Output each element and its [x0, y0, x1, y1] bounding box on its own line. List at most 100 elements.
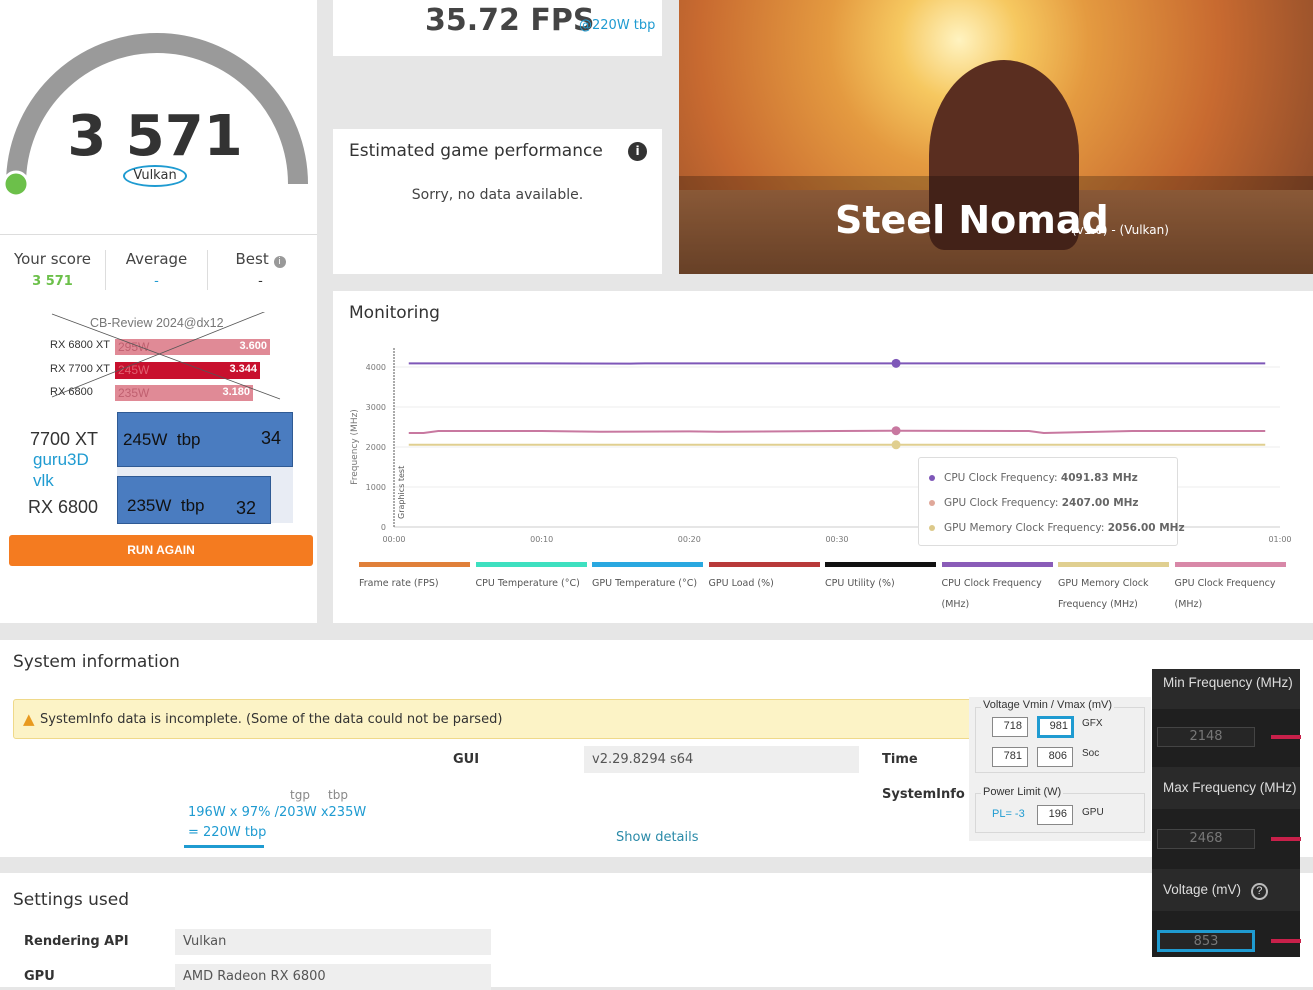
average-value: -: [106, 274, 207, 289]
guru-name-b: RX 6800: [28, 497, 98, 518]
legend-label: CPU Temperature (°C): [476, 573, 587, 594]
settings-title: Settings used: [13, 890, 129, 910]
gfx-label: GFX: [1082, 718, 1103, 729]
power-note: 196W x 97% /203W x235W: [188, 805, 366, 820]
legend-item[interactable]: GPU Clock Frequency (MHz): [1175, 562, 1286, 615]
power-result: = 220W tbp: [188, 825, 266, 840]
gpu-value: AMD Radeon RX 6800: [175, 964, 491, 990]
soc-vmax-input[interactable]: 806: [1037, 747, 1073, 767]
tuning-panel: Voltage Vmin / Vmax (mV) 718 981 GFX 781…: [969, 697, 1151, 841]
show-details-link[interactable]: Show details: [616, 830, 699, 845]
legend-item[interactable]: CPU Temperature (°C): [476, 562, 587, 594]
x-tick-label: 01:00: [1268, 535, 1291, 544]
legend-label: CPU Utility (%): [825, 573, 936, 594]
power-limit-label: Power Limit (W): [981, 786, 1063, 798]
legend-item[interactable]: Frame rate (FPS): [359, 562, 470, 594]
voltage-group-label: Voltage Vmin / Vmax (mV): [981, 699, 1114, 711]
gfx-vmax-input[interactable]: 981: [1037, 716, 1074, 738]
fps-value: 35.72 FPS: [425, 3, 594, 38]
adrenalin-tuning-panel: [1152, 669, 1300, 957]
min-frequency-input[interactable]: 2148: [1157, 727, 1255, 747]
legend-label: CPU Clock Frequency (MHz): [942, 573, 1053, 615]
x-tick-label: 00:10: [530, 535, 553, 544]
x-tick-label: 00:20: [678, 535, 701, 544]
legend-item[interactable]: GPU Memory Clock Frequency (MHz): [1058, 562, 1169, 615]
gui-value: v2.29.8294 s64: [584, 746, 859, 773]
warning-icon: ▲: [23, 710, 35, 728]
legend-item[interactable]: CPU Utility (%): [825, 562, 936, 594]
tooltip-value: 2407.00 MHz: [1062, 497, 1139, 509]
tooltip-value: 2056.00 MHz: [1108, 522, 1185, 534]
help-icon[interactable]: ?: [1251, 883, 1268, 900]
average-label: Average: [106, 250, 207, 268]
legend-label: GPU Memory Clock Frequency (MHz): [1058, 573, 1169, 615]
api-badge: Vulkan: [123, 165, 187, 187]
tooltip-row: GPU Memory Clock Frequency: 2056.00 MHz: [929, 522, 1185, 534]
voltage-label: Voltage (mV): [1163, 882, 1241, 897]
max-frequency-label: Max Frequency (MHz): [1152, 767, 1300, 809]
x-tick-label: 00:30: [825, 535, 848, 544]
tgp-label: tgp: [290, 788, 310, 802]
legend-item[interactable]: CPU Clock Frequency (MHz): [942, 562, 1053, 615]
voltage-header: Voltage (mV) ?: [1152, 869, 1300, 911]
tooltip-label: GPU Clock Frequency:: [944, 497, 1062, 509]
fps-note: @220W tbp: [579, 18, 655, 33]
max-frequency-input[interactable]: 2468: [1157, 829, 1255, 849]
y-tick-label: 1000: [366, 483, 386, 492]
soc-vmin-input[interactable]: 781: [992, 747, 1028, 767]
score-value: 3 571: [60, 104, 250, 169]
benchmark-subtitle: (v1.0) - (Vulkan): [1072, 223, 1169, 237]
voltage-input[interactable]: 853: [1157, 930, 1255, 952]
min-frequency-slider[interactable]: [1271, 735, 1301, 739]
systeminfo-label: SystemInfo: [882, 787, 965, 802]
hover-point: [892, 440, 901, 449]
estimated-performance-card: Estimated game performance i Sorry, no d…: [333, 129, 662, 274]
gauge-indicator: [4, 172, 28, 196]
tooltip-label: GPU Memory Clock Frequency:: [944, 522, 1108, 534]
max-frequency-slider[interactable]: [1271, 837, 1301, 841]
run-again-button[interactable]: RUN AGAIN: [9, 535, 313, 566]
settings-section: Settings used Rendering API Vulkan GPU A…: [0, 873, 1313, 987]
best-value: -: [208, 274, 313, 289]
guru-source: guru3D: [33, 450, 89, 470]
pl-offset: PL= -3: [992, 808, 1025, 820]
legend-item[interactable]: GPU Load (%): [709, 562, 820, 594]
y-tick-label: 4000: [366, 363, 386, 372]
warning-banner: ▲ SystemInfo data is incomplete. (Some o…: [13, 699, 1003, 739]
sysinfo-title: System information: [13, 652, 180, 672]
guru-api: vlk: [33, 471, 54, 491]
voltage-slider[interactable]: [1271, 939, 1301, 943]
guru-val-b: 32: [236, 498, 256, 519]
legend-item[interactable]: GPU Temperature (°C): [592, 562, 703, 594]
guru-name-a: 7700 XT: [30, 429, 98, 450]
tooltip-row: GPU Clock Frequency: 2407.00 MHz: [929, 497, 1139, 509]
legend-label: Frame rate (FPS): [359, 573, 470, 594]
tooltip-row: CPU Clock Frequency: 4091.83 MHz: [929, 472, 1138, 484]
y-axis-label: Frequency (MHz): [350, 409, 360, 485]
legend-label: GPU Clock Frequency (MHz): [1175, 573, 1286, 615]
benchmark-title: Steel Nomad: [835, 198, 1109, 242]
series-dot-icon: [929, 475, 935, 481]
info-icon[interactable]: i: [274, 256, 286, 268]
your-score-value: 3 571: [0, 274, 105, 289]
guru-val-a: 34: [261, 428, 281, 449]
series-dot-icon: [929, 500, 935, 506]
x-tick-label: 00:00: [382, 535, 405, 544]
series-dot-icon: [929, 525, 935, 531]
info-icon[interactable]: i: [628, 142, 647, 161]
tooltip-value: 4091.83 MHz: [1061, 472, 1138, 484]
gpu-power-label: GPU: [1082, 807, 1104, 818]
soc-label: Soc: [1082, 748, 1099, 759]
gfx-vmin-input[interactable]: 718: [992, 717, 1028, 737]
guru-bar-a: 245W tbp: [123, 430, 201, 450]
estimate-message: Sorry, no data available.: [333, 187, 662, 203]
min-frequency-label: Min Frequency (MHz): [1152, 669, 1300, 709]
chart-tooltip: CPU Clock Frequency: 4091.83 MHz GPU Cloc…: [918, 457, 1178, 546]
series-line: [409, 431, 1265, 433]
gpu-power-input[interactable]: 196: [1037, 805, 1073, 825]
fps-card: 35.72 FPS @220W tbp: [333, 0, 662, 56]
estimate-title: Estimated game performance: [349, 141, 603, 161]
rendering-api-value: Vulkan: [175, 929, 491, 955]
rendering-api-label: Rendering API: [24, 934, 129, 949]
warning-text: SystemInfo data is incomplete. (Some of …: [40, 712, 502, 727]
